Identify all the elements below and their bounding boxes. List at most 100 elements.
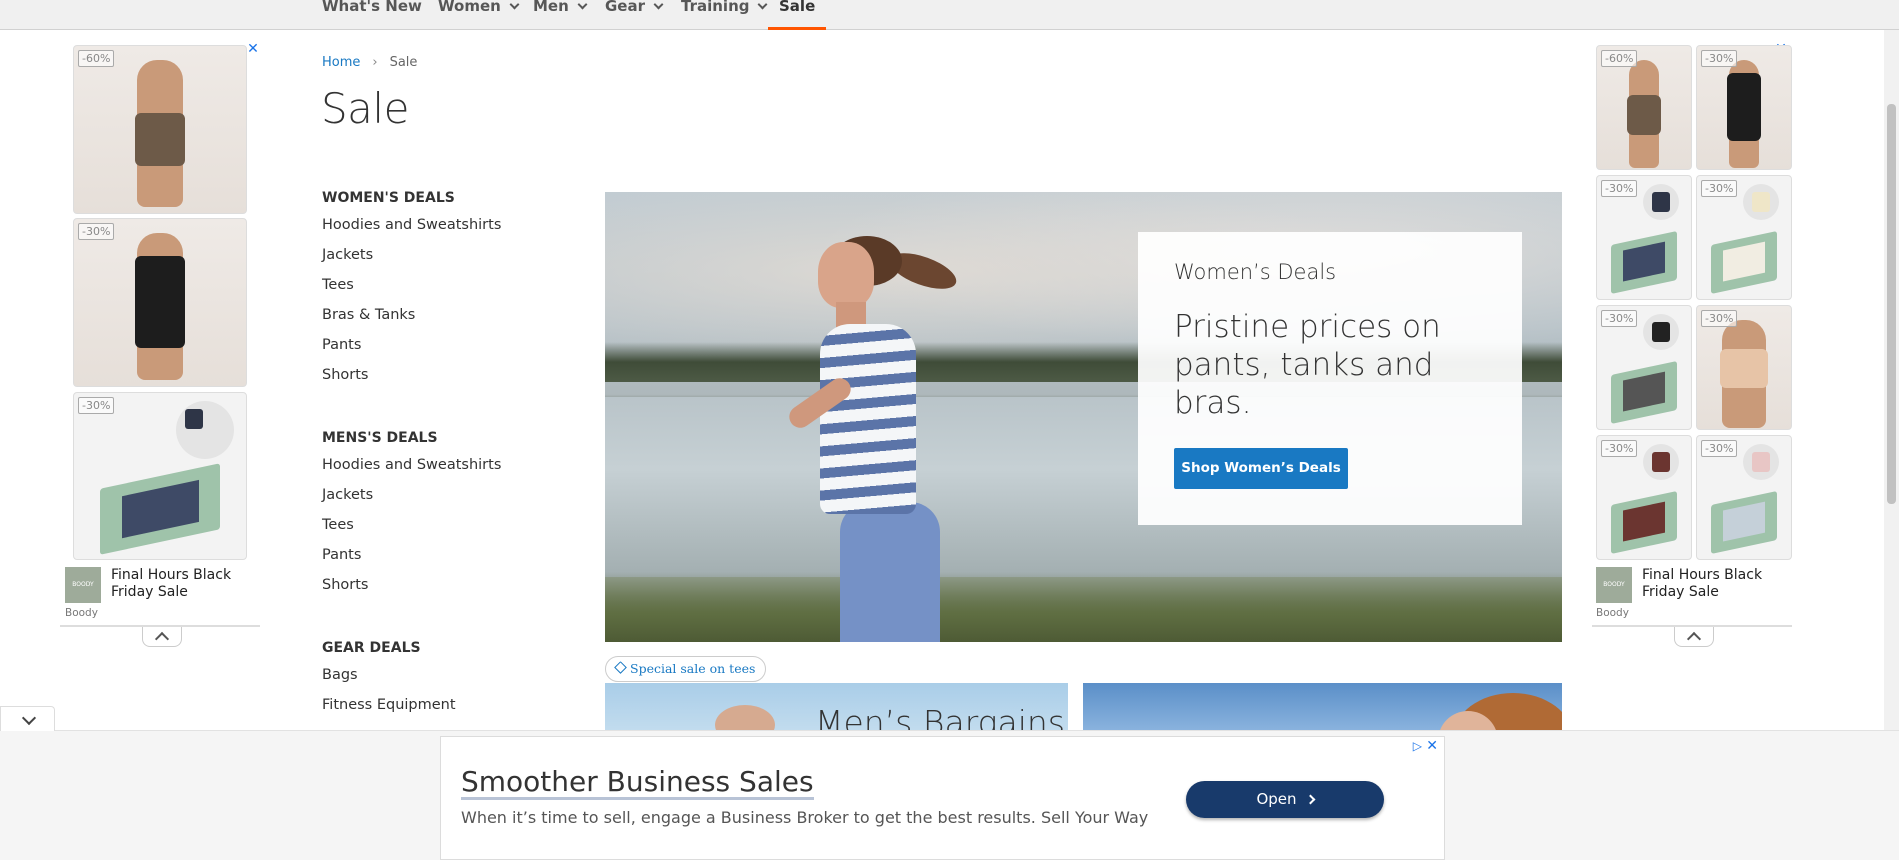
nav-label: Sale	[779, 0, 816, 15]
ad-advertiser: Boody	[65, 607, 98, 619]
briefs-thumbnail	[1643, 314, 1679, 350]
adchoices-icon[interactable]: ▷	[1413, 739, 1422, 753]
sidebar-item[interactable]: Tees	[322, 510, 501, 540]
sidebar-item[interactable]: Shorts	[322, 360, 501, 390]
nav-item-training[interactable]: Training	[681, 0, 768, 30]
chevron-down-icon	[509, 0, 520, 10]
chevron-down-icon	[758, 0, 768, 10]
sidebar-heading[interactable]: MENS'S DEALS	[322, 430, 501, 450]
breadcrumb: Home › Sale	[322, 55, 417, 70]
sidebar-heading[interactable]: WOMEN'S DEALS	[322, 190, 501, 210]
scrollbar-thumb[interactable]	[1887, 104, 1896, 504]
discount-badge: -30%	[1701, 310, 1738, 327]
ad-product-tile[interactable]: -60%	[1596, 45, 1692, 170]
chevron-down-icon	[577, 0, 588, 10]
breadcrumb-current: Sale	[389, 55, 418, 70]
special-sale-tag[interactable]: Special sale on tees	[605, 656, 767, 682]
sidebar-item[interactable]: Bras & Tanks	[322, 300, 501, 330]
sidebar-item[interactable]: Tees	[322, 270, 501, 300]
sidebar-heading[interactable]: GEAR DEALS	[322, 640, 456, 660]
ad-product-tile[interactable]: -30%	[1596, 305, 1692, 430]
sidebar-item[interactable]: Shorts	[322, 570, 501, 600]
left-side-ad[interactable]: ▷ ✕ -60% -30% -30% BOODY Final Hours Bla…	[60, 40, 265, 680]
mens-bargains-promo[interactable]: Men’s Bargains	[605, 683, 1068, 731]
nav-item-men[interactable]: Men	[533, 0, 588, 30]
hero-eyebrow: Women’s Deals	[1174, 260, 1337, 284]
page-title: Sale	[321, 84, 409, 133]
tee-thumbnail	[176, 401, 234, 459]
tee-thumbnail	[1743, 184, 1779, 220]
sidebar-item[interactable]: Hoodies and Sweatshirts	[322, 450, 501, 480]
socks-thumbnail	[1743, 444, 1779, 480]
runner-tank-top	[820, 324, 916, 514]
discount-badge: -30%	[78, 397, 115, 414]
discount-badge: -30%	[1601, 180, 1638, 197]
runner-head	[818, 242, 874, 308]
grass-image	[605, 572, 1562, 642]
open-button-label: Open	[1256, 790, 1297, 808]
sidebar-item[interactable]: Bags	[322, 660, 456, 690]
nav-label: Training	[681, 0, 750, 15]
chevron-down-icon[interactable]	[0, 706, 55, 731]
secondary-promo[interactable]	[1083, 683, 1562, 731]
breadcrumb-home-link[interactable]: Home	[322, 55, 360, 70]
chevron-down-icon	[653, 0, 664, 10]
discount-badge: -30%	[1601, 440, 1638, 457]
promo-model-image	[715, 705, 775, 731]
ad-headline[interactable]: Smoother Business Sales	[461, 767, 814, 800]
chevron-up-icon[interactable]	[142, 627, 182, 647]
ad-product-tile[interactable]: -30%	[1696, 45, 1792, 170]
ad-product-tile[interactable]: -30%	[1596, 175, 1692, 300]
bottom-banner-ad[interactable]: ▷ ✕ Smoother Business Sales When it’s ti…	[440, 736, 1445, 860]
nav-item-whats-new[interactable]: What's New	[322, 0, 422, 30]
runner-legs	[840, 502, 940, 642]
sidebar-item[interactable]: Pants	[322, 540, 501, 570]
open-button[interactable]: Open	[1186, 781, 1384, 818]
discount-badge: -30%	[1701, 180, 1738, 197]
sidebar-item[interactable]: Pants	[322, 330, 501, 360]
ad-product-tile[interactable]: -60%	[73, 45, 247, 214]
ad-headline[interactable]: Final Hours Black Friday Sale	[111, 567, 261, 601]
ad-headline[interactable]: Final Hours Black Friday Sale	[1642, 567, 1792, 601]
tag-icon	[614, 661, 627, 674]
sidebar-group-women: WOMEN'S DEALS Hoodies and Sweatshirts Ja…	[322, 190, 501, 390]
sidebar-item[interactable]: Fitness Equipment	[322, 690, 456, 720]
boody-logo[interactable]: BOODY	[1596, 567, 1632, 603]
ad-product-tile[interactable]: -30%	[1696, 435, 1792, 560]
nav-label: What's New	[322, 0, 422, 15]
ad-product-tile[interactable]: -30%	[1596, 435, 1692, 560]
discount-badge: -30%	[1701, 50, 1738, 67]
chevron-right-icon	[1305, 794, 1315, 805]
nav-item-sale[interactable]: Sale	[767, 0, 827, 30]
page: What's New Women Men Gear Training Sale …	[0, 0, 1899, 860]
tee-thumbnail	[1643, 184, 1679, 220]
ad-advertiser: Boody	[1596, 607, 1629, 619]
page-scrollbar[interactable]	[1884, 30, 1899, 730]
nav-label: Gear	[605, 0, 646, 15]
ad-collapse-bar	[1592, 625, 1792, 653]
ad-product-tile[interactable]: -30%	[73, 392, 247, 560]
right-side-ad[interactable]: ▷ ✕ -60% -30% -30% -30% -30%	[1592, 40, 1797, 680]
ad-product-tile[interactable]: -30%	[1696, 175, 1792, 300]
close-icon[interactable]: ✕	[246, 42, 260, 56]
top-navigation: What's New Women Men Gear Training Sale	[0, 0, 1899, 30]
ad-product-tile[interactable]: -30%	[73, 218, 247, 387]
garment-image	[135, 112, 185, 167]
nav-label: Men	[533, 0, 569, 15]
shop-womens-deals-button[interactable]: Shop Women’s Deals	[1174, 448, 1348, 489]
sidebar-group-gear: GEAR DEALS Bags Fitness Equipment	[322, 640, 456, 720]
nav-item-women[interactable]: Women	[438, 0, 520, 30]
runner-image	[770, 232, 1010, 642]
boody-logo[interactable]: BOODY	[65, 567, 101, 603]
sidebar-item[interactable]: Jackets	[322, 480, 501, 510]
nav-item-gear[interactable]: Gear	[605, 0, 664, 30]
close-icon[interactable]: ✕	[1426, 738, 1438, 754]
discount-badge: -30%	[1601, 310, 1638, 327]
sidebar-group-men: MENS'S DEALS Hoodies and Sweatshirts Jac…	[322, 430, 501, 600]
garment-image	[1627, 95, 1661, 135]
chevron-up-icon[interactable]	[1674, 627, 1714, 647]
sidebar-item[interactable]: Hoodies and Sweatshirts	[322, 210, 501, 240]
garment-image	[135, 255, 185, 348]
ad-product-tile[interactable]: -30%	[1696, 305, 1792, 430]
sidebar-item[interactable]: Jackets	[322, 240, 501, 270]
